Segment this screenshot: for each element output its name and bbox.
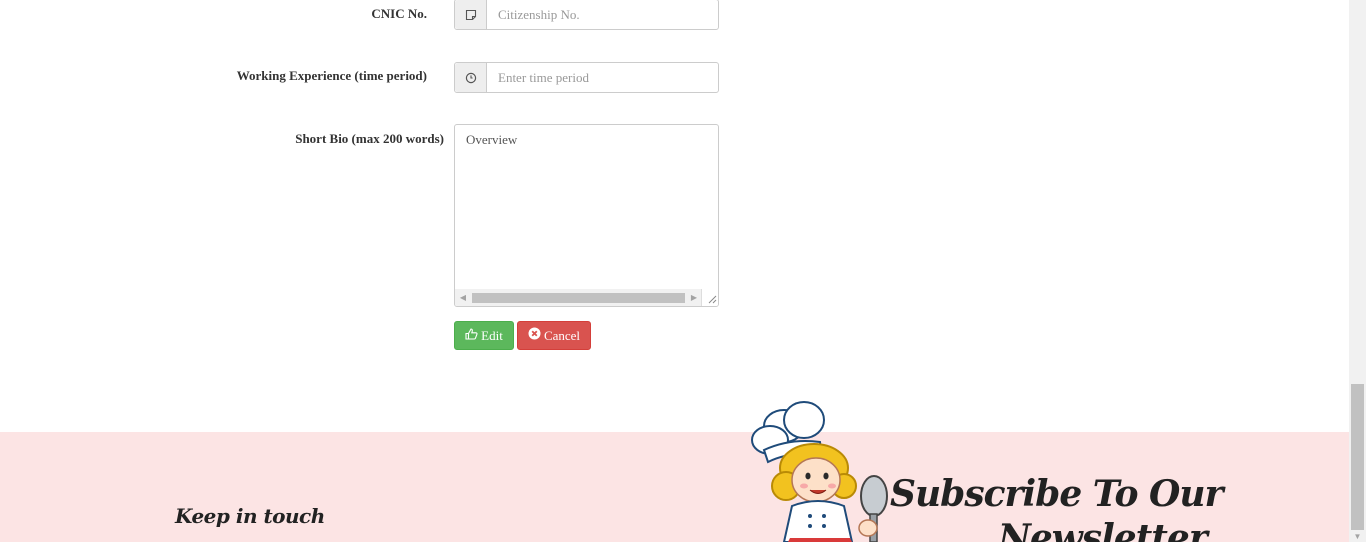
clock-icon <box>455 63 487 92</box>
experience-label: Working Experience (time period) <box>236 68 427 83</box>
subscribe-heading-line2: Newsletter <box>998 517 1208 542</box>
keep-in-touch-heading: Keep in touch <box>175 504 325 528</box>
subscribe-heading-line1: Subscribe To Our <box>890 473 1223 515</box>
cancel-button[interactable]: Cancel <box>517 321 591 350</box>
scroll-down-icon[interactable]: ▼ <box>1349 530 1366 542</box>
bio-horizontal-scrollbar[interactable]: ◀ ▶ <box>455 289 702 306</box>
bio-scroll-thumb[interactable] <box>472 293 685 303</box>
page-scroll-thumb[interactable] <box>1351 384 1364 530</box>
times-circle-icon <box>528 327 541 344</box>
edit-button-label: Edit <box>481 327 503 343</box>
subscribe-heading: Subscribe To Our Newsletter <box>890 472 1223 542</box>
cnic-input[interactable] <box>487 0 718 29</box>
bio-textarea[interactable]: Overview ◀ ▶ <box>454 124 719 307</box>
experience-input[interactable] <box>487 63 718 92</box>
note-icon <box>455 0 487 29</box>
bio-textarea-value: Overview <box>466 132 518 147</box>
bio-label: Short Bio (max 200 words) <box>295 131 444 146</box>
thumbs-up-icon <box>465 327 478 344</box>
scroll-right-icon[interactable]: ▶ <box>686 289 702 306</box>
cancel-button-label: Cancel <box>543 327 581 343</box>
experience-input-group <box>454 62 719 93</box>
page-vertical-scrollbar[interactable]: ▼ <box>1349 0 1366 542</box>
chef-mascot-illustration <box>751 401 888 542</box>
scroll-left-icon[interactable]: ◀ <box>455 289 471 306</box>
resize-handle-icon[interactable] <box>701 289 718 306</box>
edit-button[interactable]: Edit <box>454 321 514 350</box>
cnic-input-group <box>454 0 719 30</box>
cnic-label: CNIC No. <box>371 6 427 21</box>
